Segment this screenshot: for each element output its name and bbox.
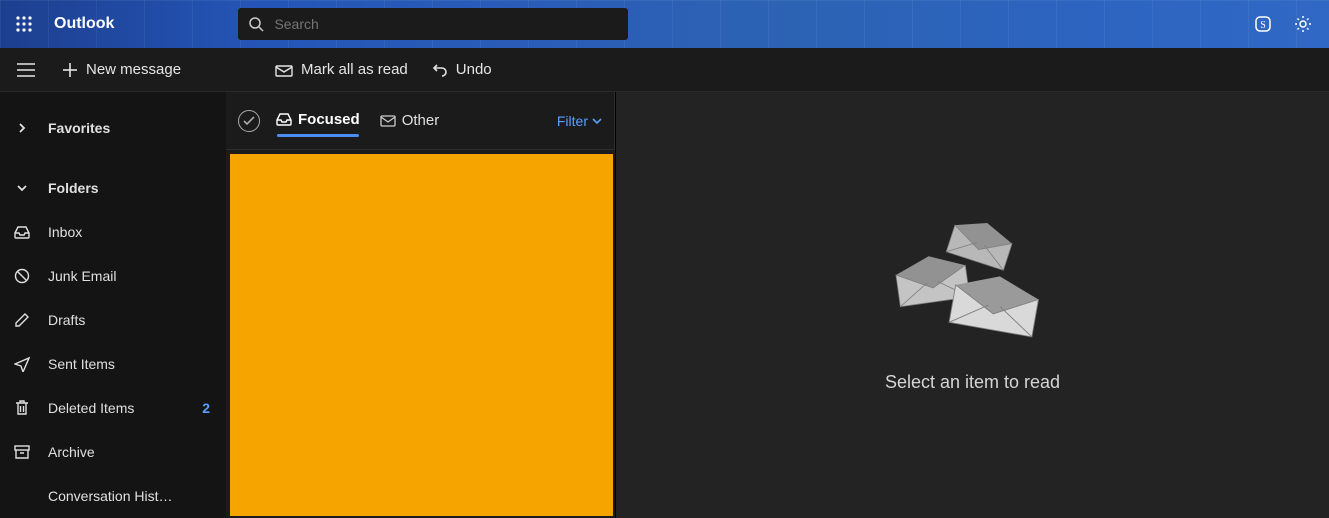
trash-icon [12, 400, 32, 416]
hamburger-icon [17, 63, 35, 77]
plus-icon [62, 62, 78, 78]
tab-underline [277, 134, 359, 137]
svg-text:S: S [1260, 20, 1266, 31]
sidebar-item-count: 2 [202, 400, 214, 416]
message-list-pane: Focused Other Filter [226, 92, 616, 518]
filter-button[interactable]: Filter [557, 113, 602, 129]
folders-section[interactable]: Folders [0, 170, 226, 206]
chevron-down-icon [592, 117, 602, 125]
nav-toggle-button[interactable] [4, 48, 48, 92]
junk-icon [12, 268, 32, 284]
favorites-label: Favorites [48, 120, 214, 136]
filter-label: Filter [557, 113, 588, 129]
search-box[interactable] [238, 8, 628, 40]
pencil-icon [12, 312, 32, 328]
select-all-toggle[interactable] [238, 110, 260, 132]
header-right-controls: S [1253, 14, 1329, 34]
mark-all-read-label: Mark all as read [301, 61, 408, 78]
reading-pane: Select an item to read [616, 92, 1329, 518]
chevron-down-icon [12, 182, 32, 194]
sidebar-item-drafts[interactable]: Drafts [0, 302, 226, 338]
mail-open-icon [275, 63, 293, 77]
sidebar-item-inbox[interactable]: Inbox [0, 214, 226, 250]
focused-mail-icon [276, 112, 292, 126]
message-list-body[interactable] [230, 154, 613, 516]
sidebar-item-label: Inbox [48, 224, 214, 240]
folders-label: Folders [48, 180, 214, 196]
app-title[interactable]: Outlook [48, 15, 138, 33]
tab-focused[interactable]: Focused [272, 105, 364, 134]
undo-icon [432, 62, 448, 78]
settings-icon[interactable] [1293, 14, 1313, 34]
check-icon [243, 116, 255, 126]
inbox-icon [12, 225, 32, 239]
sidebar-item-label: Archive [48, 444, 214, 460]
app-launcher-button[interactable] [0, 0, 48, 48]
sidebar-item-deleted[interactable]: Deleted Items 2 [0, 390, 226, 426]
undo-button[interactable]: Undo [422, 55, 502, 84]
mark-all-read-button[interactable]: Mark all as read [265, 55, 418, 84]
chevron-right-icon [12, 122, 32, 134]
sidebar-item-sent[interactable]: Sent Items [0, 346, 226, 382]
reading-pane-empty-text: Select an item to read [885, 372, 1060, 393]
send-icon [12, 356, 32, 372]
message-list-tabs: Focused Other Filter [226, 92, 615, 150]
tab-other-label: Other [402, 112, 440, 129]
new-message-button[interactable]: New message [52, 55, 191, 84]
mail-icon [380, 115, 396, 127]
new-message-label: New message [86, 61, 181, 78]
sidebar-item-archive[interactable]: Archive [0, 434, 226, 470]
folder-sidebar: Favorites Folders Inbox Junk Email [0, 92, 226, 518]
waffle-icon [16, 16, 32, 32]
undo-label: Undo [456, 61, 492, 78]
command-toolbar: New message Mark all as read Undo [0, 48, 1329, 92]
sidebar-item-junk[interactable]: Junk Email [0, 258, 226, 294]
search-input[interactable] [274, 16, 618, 32]
favorites-section[interactable]: Favorites [0, 110, 226, 146]
sidebar-item-label: Sent Items [48, 356, 214, 372]
sidebar-item-conversation-history[interactable]: Conversation Hist… [0, 478, 226, 514]
sidebar-item-label: Conversation Hist… [48, 488, 214, 504]
app-header: Outlook S [0, 0, 1329, 48]
empty-mail-illustration-icon [893, 218, 1053, 348]
archive-icon [12, 445, 32, 459]
sidebar-item-label: Deleted Items [48, 400, 186, 416]
sidebar-item-label: Drafts [48, 312, 214, 328]
tab-focused-label: Focused [298, 111, 360, 128]
sidebar-item-label: Junk Email [48, 268, 214, 284]
search-icon [248, 16, 264, 32]
skype-icon[interactable]: S [1253, 14, 1273, 34]
tab-other[interactable]: Other [376, 106, 444, 135]
